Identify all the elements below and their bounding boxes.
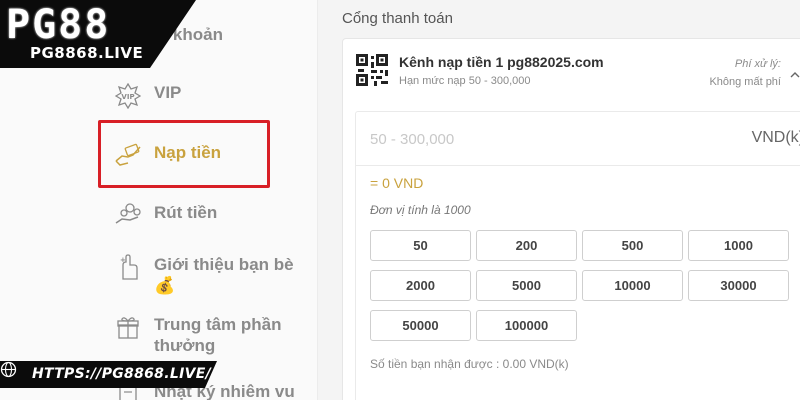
- preset-amount-button[interactable]: 50: [370, 230, 471, 261]
- chevron-up-icon[interactable]: [789, 69, 800, 81]
- preset-amounts: 50 200 500 1000 2000 5000 10000 30000 50…: [370, 230, 789, 341]
- amount-input[interactable]: [370, 126, 700, 152]
- deposit-highlight-box: [98, 120, 270, 188]
- receive-amount-text: Số tiền bạn nhận được : 0.00 VND(k): [370, 357, 569, 371]
- refer-friend-icon: +: [114, 254, 142, 282]
- fee-label: Phí xử lý:: [734, 58, 781, 70]
- sidebar-item-withdraw[interactable]: Rút tiền: [114, 202, 304, 230]
- amount-input-row: VND(k): [356, 112, 800, 166]
- fee-value: Không mất phí: [709, 76, 781, 88]
- amount-panel: VND(k) = 0 VND Đơn vị tính là 1000 50 20…: [355, 111, 800, 400]
- logo-site-text: PG8868.LIVE: [30, 44, 144, 62]
- channel-title: Kênh nạp tiền 1 pg882025.com: [399, 54, 604, 70]
- payment-main: Cổng thanh toán Kênh nạp tiền 1 pg882025…: [319, 0, 800, 400]
- watermark-url-text: HTTPS://PG8868.LIVE/: [32, 366, 211, 382]
- preset-amount-button[interactable]: 10000: [582, 270, 683, 301]
- preset-amount-button[interactable]: 50000: [370, 310, 471, 341]
- sidebar-item-label: Giới thiệu bạn bè 💰: [154, 255, 294, 295]
- gift-icon: [114, 314, 142, 342]
- preset-amount-button[interactable]: 30000: [688, 270, 789, 301]
- logo-brand-text: PG88: [6, 2, 111, 48]
- channel-header[interactable]: Kênh nạp tiền 1 pg882025.com Hạn mức nạp…: [355, 53, 604, 87]
- fee-info: Phí xử lý: Không mất phí: [709, 55, 781, 91]
- deposit-channel-card: Kênh nạp tiền 1 pg882025.com Hạn mức nạp…: [342, 38, 800, 400]
- channel-limit: Hạn mức nạp 50 - 300,000: [399, 75, 531, 87]
- preset-amount-button[interactable]: 100000: [476, 310, 577, 341]
- withdraw-coins-icon: [114, 202, 142, 230]
- sidebar-item-vip[interactable]: VIP VIP: [114, 82, 304, 110]
- svg-text:+: +: [120, 256, 126, 264]
- vip-badge-icon: VIP: [114, 82, 142, 110]
- sidebar-item-label: VIP: [154, 83, 182, 102]
- preset-amount-button[interactable]: 1000: [688, 230, 789, 261]
- preset-amount-button[interactable]: 5000: [476, 270, 577, 301]
- preset-amount-button[interactable]: 2000: [370, 270, 471, 301]
- currency-unit: VND(k): [751, 129, 800, 146]
- svg-text:VIP: VIP: [121, 93, 134, 101]
- preset-amount-button[interactable]: 200: [476, 230, 577, 261]
- sidebar-item-rewards[interactable]: Trung tâm phần thưởng: [114, 314, 304, 356]
- sidebar-item-refer[interactable]: + Giới thiệu bạn bè 💰: [114, 254, 304, 296]
- page-title: Cổng thanh toán: [342, 10, 453, 27]
- sidebar-item-label: Trung tâm phần thưởng: [154, 315, 282, 355]
- converted-amount: = 0 VND: [370, 175, 424, 191]
- url-watermark: HTTPS://PG8868.LIVE/: [0, 361, 217, 388]
- qr-code-icon: [356, 54, 388, 86]
- unit-note: Đơn vị tính là 1000: [370, 203, 471, 217]
- globe-icon: [0, 361, 17, 378]
- brand-logo: PG88 PG8868.LIVE: [0, 0, 196, 68]
- sidebar-item-label: Rút tiền: [154, 203, 218, 222]
- preset-amount-button[interactable]: 500: [582, 230, 683, 261]
